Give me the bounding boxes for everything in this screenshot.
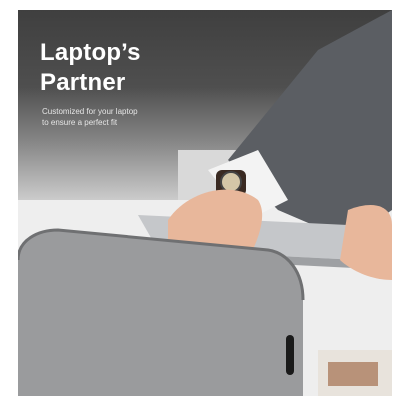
book-photo [328,362,378,386]
laptop-sleeve [18,230,303,396]
headline: Laptop’s Partner [40,38,141,98]
product-photo: Laptop’s Partner Customized for your lap… [18,10,392,396]
subheadline: Customized for your laptop to ensure a p… [42,106,138,128]
headline-line-1: Laptop’s [40,39,141,66]
product-image-frame: Laptop’s Partner Customized for your lap… [0,0,393,397]
subheadline-line-2: to ensure a perfect fit [42,118,118,127]
subheadline-line-1: Customized for your laptop [42,107,138,116]
zipper-pull-icon [286,335,294,375]
headline-line-2: Partner [40,69,126,96]
